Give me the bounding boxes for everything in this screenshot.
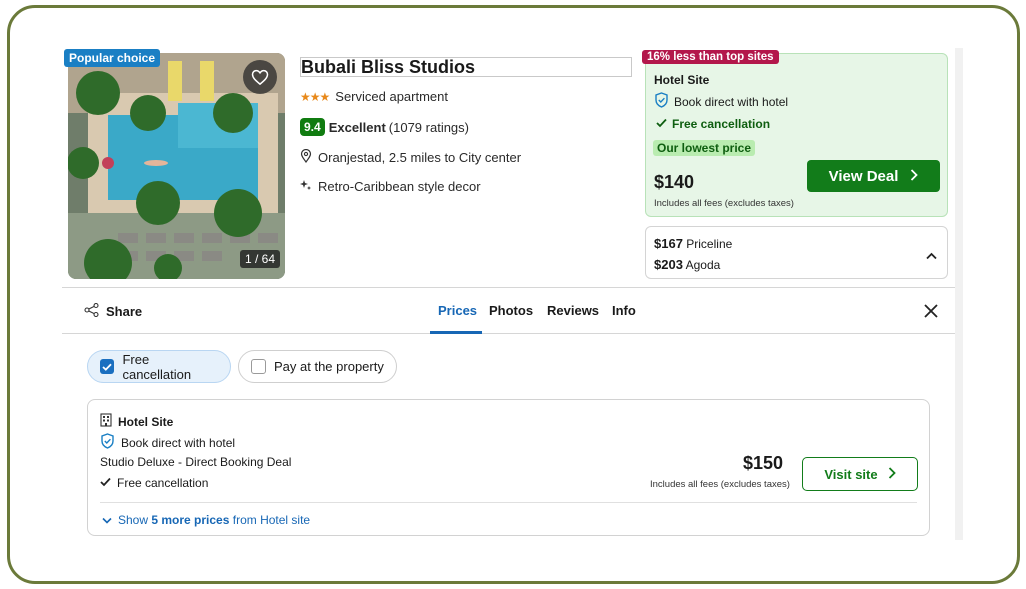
free-cancellation-filter[interactable]: Free cancellation: [87, 350, 231, 383]
shield-check-icon: [654, 92, 669, 111]
tab-prices[interactable]: Prices: [438, 303, 477, 318]
free-cancellation-filter-label: Free cancellation: [122, 351, 192, 382]
deal-book-direct: Book direct with hotel: [674, 94, 789, 109]
offer-price: $150: [743, 453, 784, 473]
deal-fees-note: Includes all fees (excludes taxes): [654, 198, 794, 209]
rating-row[interactable]: 9.4 Excellent (1079 ratings): [300, 118, 469, 136]
review-score-badge: 9.4: [300, 118, 325, 136]
feature-row: Retro-Caribbean style decor: [300, 179, 481, 194]
offer-room-name: Studio Deluxe - Direct Booking Deal: [100, 455, 292, 469]
other-price-row[interactable]: $167 Priceline: [654, 236, 732, 251]
savings-badge: 16% less than top sites: [642, 50, 779, 64]
favorite-heart-icon[interactable]: [243, 60, 277, 94]
tab-photos[interactable]: Photos: [489, 303, 533, 318]
show-more-text: Show 5 more prices from Hotel site: [118, 513, 310, 527]
visit-site-button[interactable]: Visit site: [802, 457, 918, 491]
location-text: Oranjestad, 2.5 miles to City center: [318, 150, 522, 165]
check-icon: [656, 117, 667, 131]
tab-info[interactable]: Info: [612, 303, 636, 318]
scrollbar-track[interactable]: [955, 48, 963, 540]
view-deal-label: View Deal: [828, 167, 899, 185]
deal-free-cancel-row: Free cancellation: [656, 117, 770, 131]
location-row: Oranjestad, 2.5 miles to City center: [300, 148, 522, 166]
ratings-count: (1079 ratings): [388, 119, 469, 135]
chevron-right-icon: [888, 466, 896, 482]
check-icon: [100, 476, 111, 490]
detail-tab-bar: Share Prices Photos Reviews Info: [62, 287, 955, 334]
offer-cancel: Free cancellation: [117, 476, 209, 490]
offer-card[interactable]: Hotel Site Book direct with hotel Studio…: [87, 399, 930, 536]
checkbox-checked-icon[interactable]: [100, 359, 115, 374]
lowest-price-badge: Our lowest price: [653, 140, 756, 156]
chevron-down-icon: [102, 513, 112, 527]
other-price-site: Priceline: [686, 237, 733, 251]
share-button[interactable]: Share: [84, 302, 143, 320]
show-more-count: 5 more prices: [151, 513, 230, 527]
offer-provider: Hotel Site: [118, 414, 174, 429]
other-prices-card[interactable]: $167 Priceline $203 Agoda: [645, 226, 948, 279]
pay-at-property-filter-label: Pay at the property: [274, 359, 384, 374]
hotel-name[interactable]: Bubali Bliss Studios: [300, 57, 632, 77]
tab-reviews[interactable]: Reviews: [547, 303, 599, 318]
other-price-value: $203: [654, 257, 683, 272]
chevron-right-icon: [910, 168, 919, 185]
view-deal-button[interactable]: View Deal: [807, 160, 940, 192]
rating-word: Excellent: [328, 119, 386, 135]
show-more-suffix: from Hotel site: [229, 513, 311, 527]
checkbox-unchecked-icon[interactable]: [251, 359, 266, 374]
property-type-row: ★★★ Serviced apartment: [300, 89, 448, 104]
popular-choice-badge: Popular choice: [64, 49, 161, 67]
deal-provider: Hotel Site: [654, 73, 710, 87]
offer-book-direct-row: Book direct with hotel: [100, 433, 235, 452]
offer-provider-row: Hotel Site: [100, 413, 173, 430]
share-label: Share: [106, 304, 143, 319]
deal-book-direct-row: Book direct with hotel: [654, 92, 788, 111]
active-tab-indicator: [430, 331, 482, 334]
other-price-site: Agoda: [685, 258, 721, 272]
star-rating-icon: ★★★: [300, 89, 330, 104]
shield-check-icon: [100, 433, 115, 452]
map-pin-icon: [300, 148, 312, 166]
building-icon: [100, 413, 112, 430]
show-more-prices-link[interactable]: Show 5 more prices from Hotel site: [102, 513, 310, 527]
offer-book-direct: Book direct with hotel: [121, 435, 236, 450]
offer-divider: [100, 502, 917, 503]
property-type: Serviced apartment: [335, 89, 449, 104]
sparkle-icon: [300, 179, 312, 194]
other-price-row[interactable]: $203 Agoda: [654, 257, 720, 272]
pay-at-property-filter[interactable]: Pay at the property: [238, 350, 397, 383]
photo-counter: 1 / 64: [240, 250, 281, 268]
deal-free-cancel: Free cancellation: [672, 117, 771, 131]
chevron-up-icon[interactable]: [926, 247, 937, 265]
feature-text: Retro-Caribbean style decor: [318, 179, 481, 194]
share-icon: [84, 302, 99, 320]
deal-price: $140: [654, 172, 695, 192]
show-more-prefix: Show: [118, 513, 152, 527]
offer-fees-note: Includes all fees (excludes taxes): [650, 479, 790, 490]
other-price-value: $167: [654, 236, 683, 251]
visit-site-label: Visit site: [824, 466, 878, 482]
close-icon[interactable]: [924, 300, 938, 324]
offer-cancel-row: Free cancellation: [100, 476, 208, 490]
